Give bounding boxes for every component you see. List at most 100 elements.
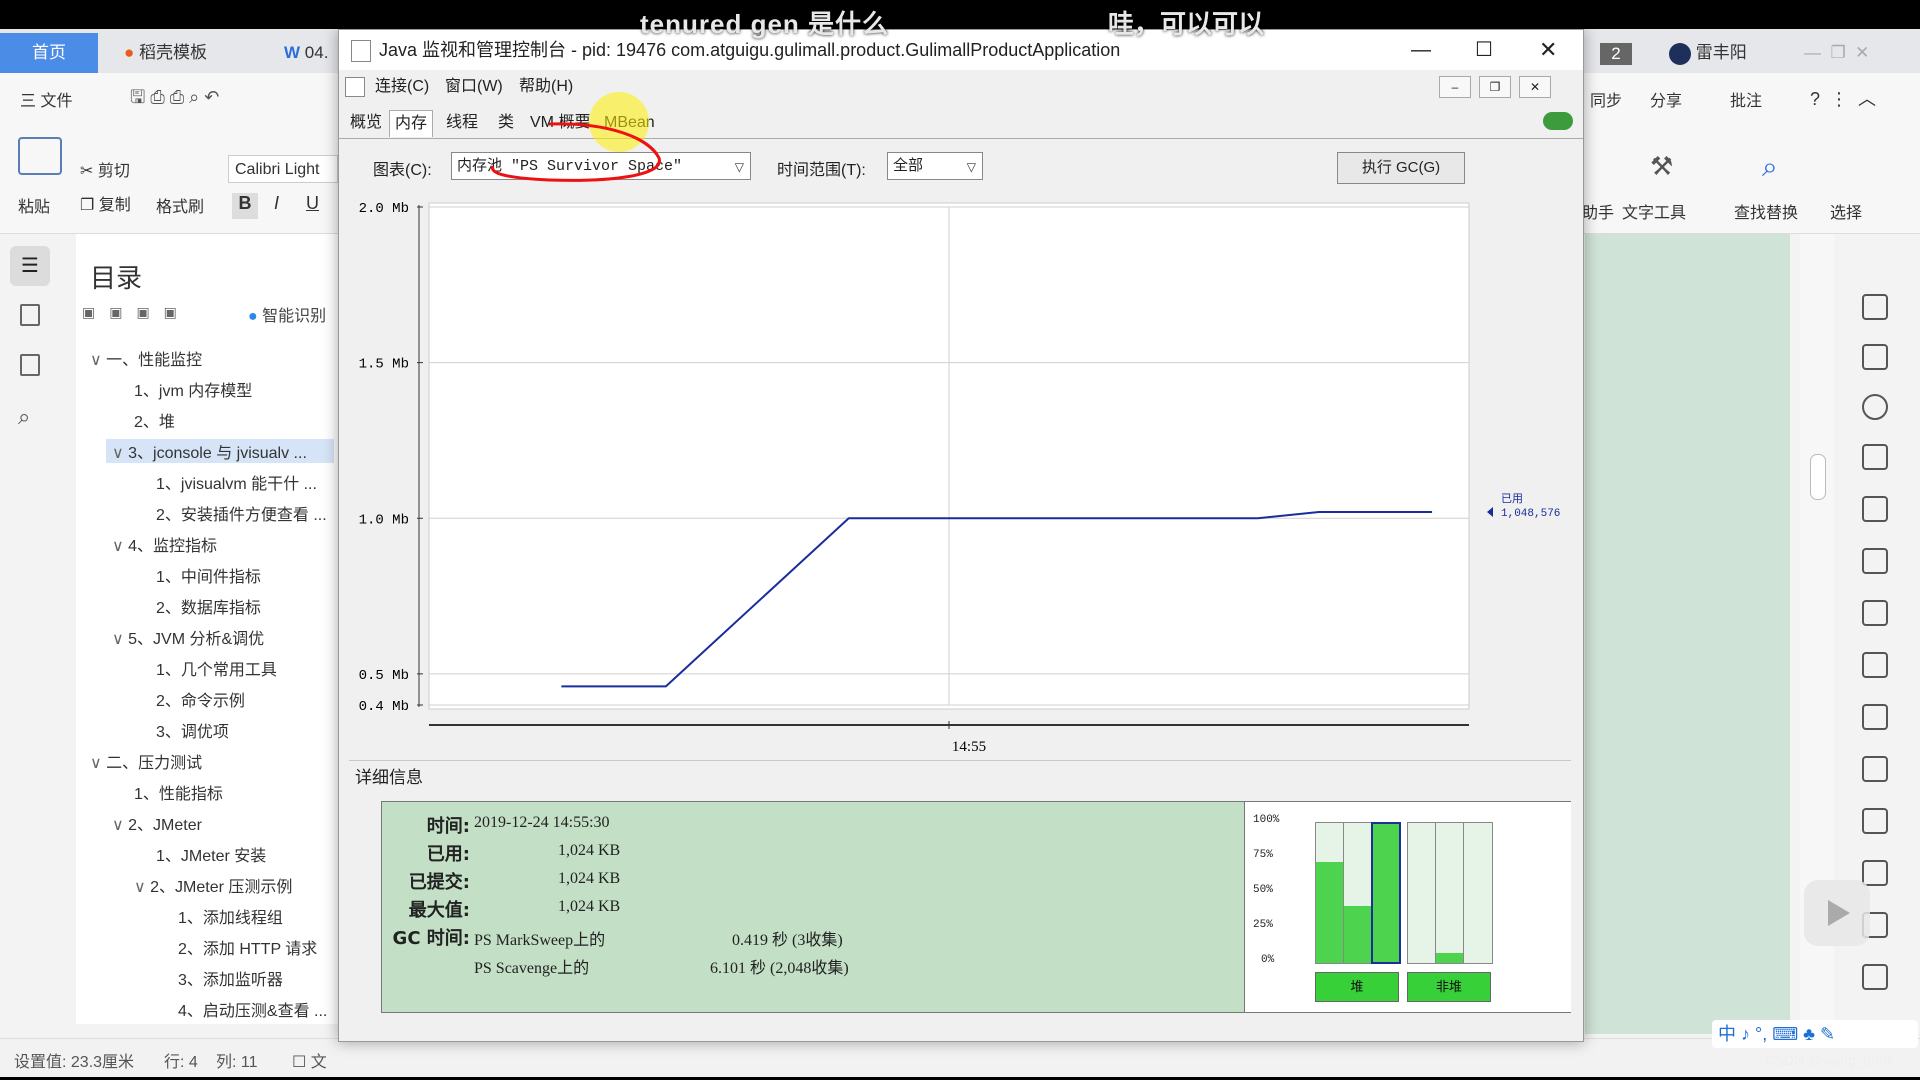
menu-help[interactable]: 帮助(H) [519,72,573,102]
cursor-icon[interactable] [1862,344,1888,370]
toc-icon[interactable]: ☰ [10,246,50,286]
memory-pool-bar[interactable] [1343,822,1373,964]
toc-item[interactable]: 1、jvm 内存模型 [112,377,356,401]
inner-close-button[interactable]: ✕ [1519,76,1551,98]
menu-window[interactable]: 窗口(W) [445,72,503,102]
underline-button[interactable]: U [306,193,319,214]
toc-item[interactable]: 1、几个常用工具 [134,656,356,680]
toc-item[interactable]: ∨ 二、压力测试 [90,749,334,773]
chevron-down-icon[interactable]: ∨ [112,631,128,648]
image-icon[interactable] [1862,756,1888,782]
chevron-down-icon[interactable]: ∨ [112,538,128,555]
toc-item[interactable]: 2、安装插件方便查看 ... [134,501,356,525]
window-controls[interactable]: — ❐ ✕ [1790,33,1883,73]
user-account[interactable]: 雷丰阳 [1655,33,1761,73]
toc-item[interactable]: 2、数据库指标 [134,594,356,618]
x-tick-label: 14:55 [952,739,986,755]
assistant-button[interactable]: 助手 [1582,199,1614,223]
toc-item[interactable]: 1、性能指标 [112,780,356,804]
font-name-input[interactable]: Calibri Light [228,155,338,183]
chevron-down-icon[interactable]: ∨ [90,352,106,369]
window-count-badge[interactable]: 2 [1600,43,1632,65]
nonheap-label[interactable]: 非堆 [1407,972,1491,1002]
toc-item[interactable]: ∨ 3、jconsole 与 jvisualv ... [106,439,334,463]
inner-restore-button[interactable]: ❐ [1479,76,1511,98]
memory-pool-bar[interactable] [1315,822,1345,964]
chart-icon[interactable] [1862,652,1888,678]
tab-threads[interactable]: 线程 [441,110,483,136]
status-doc[interactable]: ☐ 文 [292,1048,327,1072]
find-replace-button[interactable]: 查找替换 [1734,199,1798,223]
toc-item[interactable]: 3、添加监听器 [156,966,356,990]
share-button[interactable]: 分享 [1650,87,1682,111]
gc-time-2: 6.101 秒 (2,048收集) [710,960,849,977]
chevron-down-icon[interactable]: ∨ [112,817,128,834]
outline-icon[interactable] [20,304,40,326]
toc-item[interactable]: 4、启动压测&查看 ... [156,997,356,1021]
file-menu[interactable]: 三 文件 [20,87,72,111]
select-button[interactable]: 选择 [1830,199,1862,223]
quick-access-icons[interactable]: 🖫 ⎙ ⎙ ⌕ ↶ [130,85,219,115]
inner-minimize-button[interactable]: – [1439,76,1471,98]
picture-icon[interactable] [1862,964,1888,990]
paste-icon[interactable] [18,137,62,175]
layers-icon[interactable] [1862,496,1888,522]
italic-button[interactable]: I [274,193,279,214]
copy-button[interactable]: ❐ 复制 [80,191,131,215]
sync-button[interactable]: 同步 [1590,87,1622,111]
toc-item[interactable]: 2、堆 [112,408,356,432]
badge-icon[interactable] [1862,394,1888,420]
memory-pool-bar[interactable] [1407,822,1437,964]
format-painter-button[interactable]: 格式刷 [156,193,204,217]
tab-overview[interactable]: 概览 [345,110,387,136]
scrollbar-thumb[interactable] [1810,454,1826,500]
chevron-down-icon[interactable]: ∨ [90,755,106,772]
paste-button[interactable]: 粘贴 [18,193,50,217]
toc-item[interactable]: 2、命令示例 [134,687,356,711]
bookmark-icon[interactable] [20,354,40,376]
chevron-down-icon[interactable]: ∨ [134,879,150,896]
toc-item[interactable]: ∨ 2、JMeter 压测示例 [134,873,334,897]
tab-memory[interactable]: 内存 [389,110,434,137]
translate-icon[interactable] [1862,860,1888,886]
toc-item[interactable]: ∨ 4、监控指标 [112,532,334,556]
sliders-icon[interactable] [1862,704,1888,730]
toc-item[interactable]: 1、添加线程组 [156,904,356,928]
minimize-button[interactable]: — [1411,30,1431,70]
find-icon[interactable]: ⌕ [18,404,30,430]
toc-item[interactable]: 3、调优项 [134,718,356,742]
grid-icon[interactable] [1862,600,1888,626]
shapes-icon[interactable] [1862,444,1888,470]
memory-pool-bar[interactable] [1435,822,1465,964]
close-button[interactable]: ✕ [1539,30,1557,70]
play-button[interactable] [1804,880,1870,946]
menu-connection[interactable]: 连接(C) [375,72,429,102]
toc-tool-icons[interactable]: ▣▣▣▣ [82,304,191,321]
toc-item[interactable]: ∨ 5、JVM 分析&调优 [112,625,334,649]
ime-toolbar[interactable]: 中 ♪ °, ⌨ ♣ ✎ [1712,1020,1918,1048]
time-range-select[interactable]: 全部 ▽ [887,152,983,180]
tab-home[interactable]: 首页 [0,33,98,73]
table-icon[interactable] [1862,548,1888,574]
toc-item[interactable]: 1、JMeter 安装 [134,842,356,866]
annotate-button[interactable]: 批注 [1730,87,1762,111]
toc-item[interactable]: 1、中间件指标 [134,563,356,587]
toc-item[interactable]: ∨ 一、性能监控 [90,346,334,370]
tab-docer-templates[interactable]: ● 稻壳模板 [110,33,221,73]
memory-pool-bar[interactable] [1371,822,1401,964]
bold-button[interactable]: B [232,193,258,219]
text-tools-button[interactable]: 文字工具 [1622,199,1686,223]
share-out-icon[interactable] [1862,808,1888,834]
toc-item[interactable]: ∨ 2、JMeter [112,811,334,835]
pen-icon[interactable] [1862,294,1888,320]
memory-pool-bar[interactable] [1463,822,1493,964]
perform-gc-button[interactable]: 执行 GC(G) [1337,152,1465,184]
toc-item[interactable]: 2、添加 HTTP 请求 [156,935,356,959]
heap-label[interactable]: 堆 [1315,972,1399,1002]
smart-recognize-button[interactable]: ● 智能识别 [248,302,326,326]
help-icon[interactable]: ? ⋮ ︿ [1810,85,1876,111]
maximize-button[interactable]: ☐ [1475,30,1493,70]
chevron-down-icon[interactable]: ∨ [112,445,128,462]
toc-item[interactable]: 1、jvisualvm 能干什 ... [134,470,356,494]
cut-button[interactable]: ✂ 剪切 [80,157,130,181]
